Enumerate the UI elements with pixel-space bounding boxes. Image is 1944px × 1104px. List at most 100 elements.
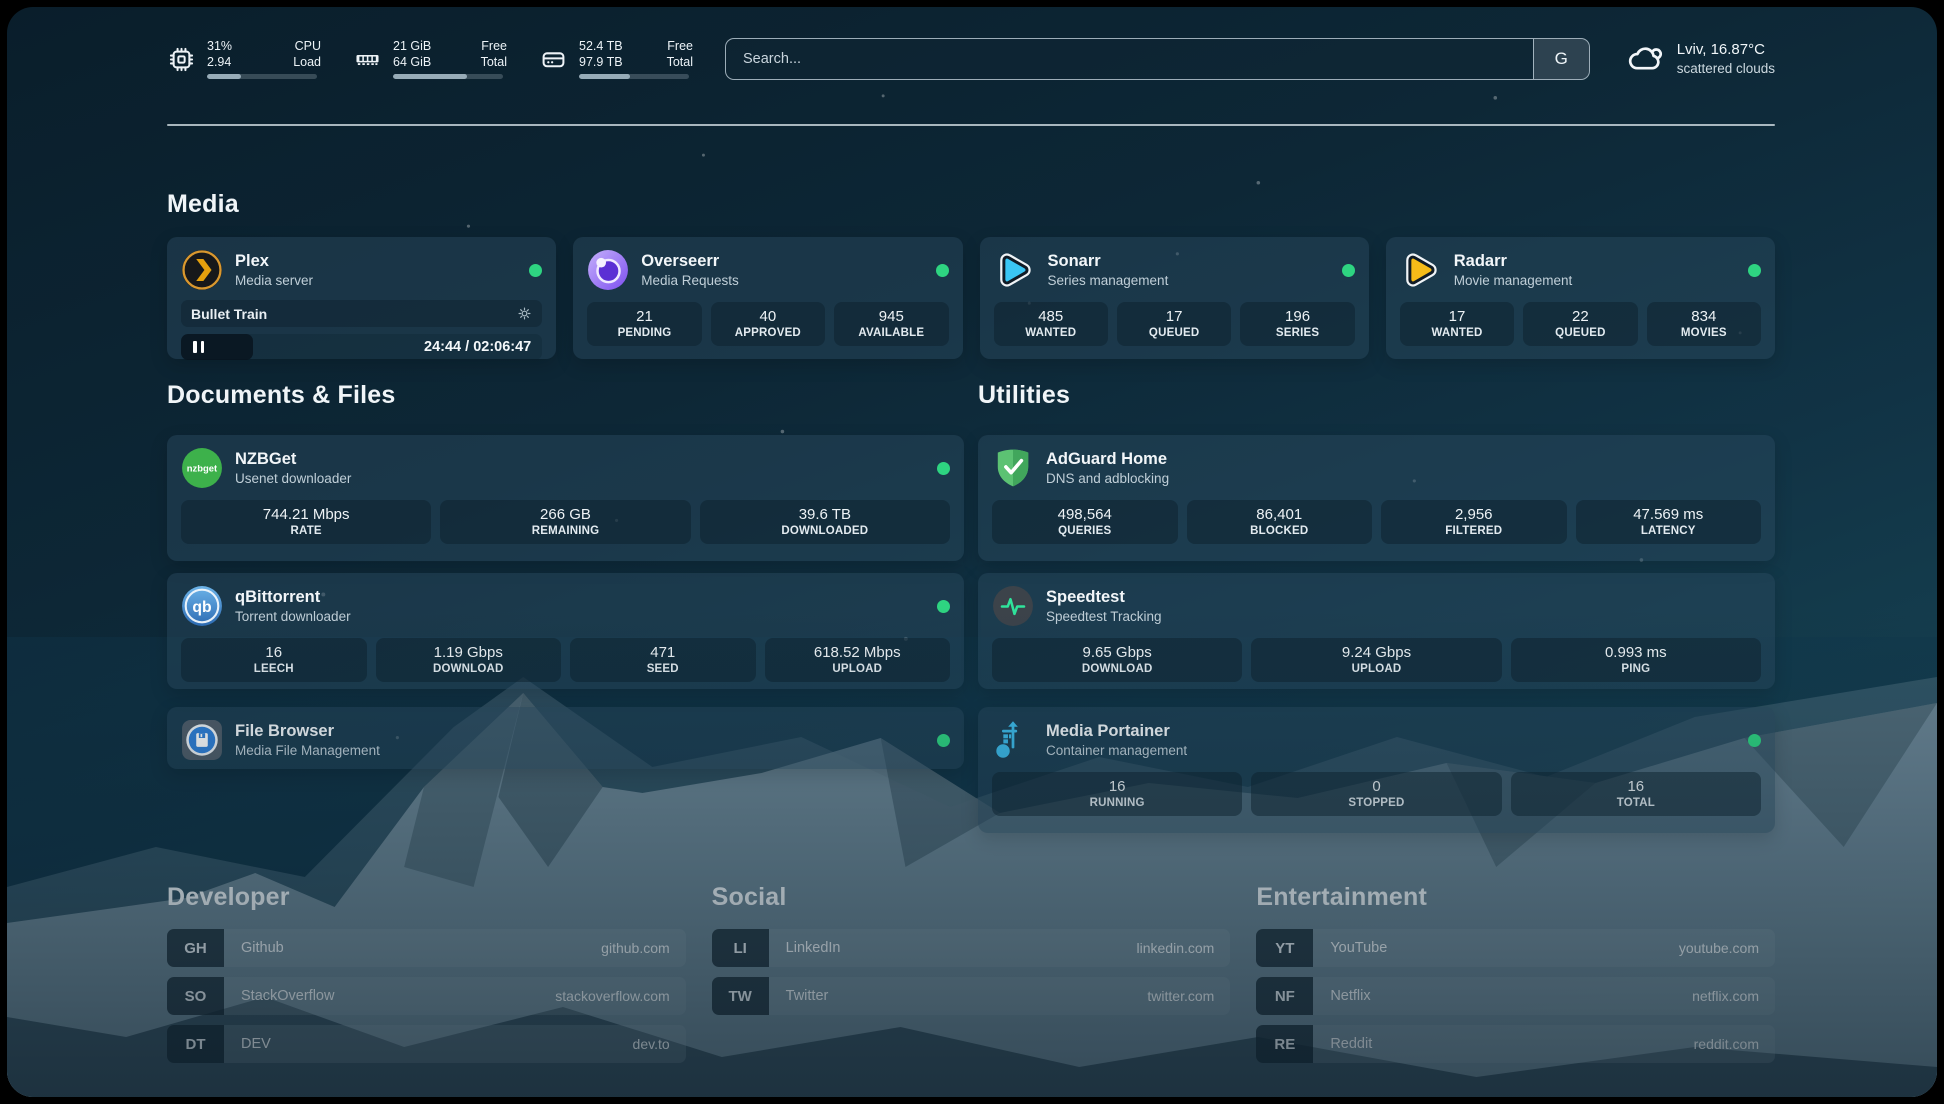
stat-upload: 618.52 MbpsUPLOAD — [765, 638, 951, 682]
pause-button[interactable] — [193, 341, 204, 353]
monitor-label: Load — [281, 55, 321, 71]
monitor-cpu: 31%2.94CPULoad — [167, 39, 321, 79]
memory-icon — [353, 39, 381, 79]
svg-text:qb: qb — [192, 599, 211, 616]
service-name: AdGuard Home — [1046, 449, 1169, 470]
stat-value: 16 — [1515, 778, 1757, 795]
weather-location-temp: Lviv, 16.87°C — [1677, 40, 1775, 60]
bookmark-name: Netflix — [1313, 977, 1692, 1015]
stat-series: 196SERIES — [1240, 302, 1354, 346]
service-card-nzbget[interactable]: nzbgetNZBGetUsenet downloader744.21 Mbps… — [167, 435, 964, 561]
svg-text:nzbget: nzbget — [187, 464, 218, 475]
stat-download: 1.19 GbpsDOWNLOAD — [376, 638, 562, 682]
monitor-progress-bar — [579, 74, 689, 79]
bookmark-link-youtube[interactable]: YTYouTubeyoutube.com — [1256, 929, 1775, 967]
service-card-speedtest[interactable]: SpeedtestSpeedtest Tracking9.65 GbpsDOWN… — [978, 573, 1775, 689]
stat-label: DOWNLOAD — [996, 663, 1238, 675]
stat-value: 17 — [1121, 308, 1227, 325]
status-dot-online — [937, 600, 950, 613]
stat-value: 618.52 Mbps — [769, 644, 947, 661]
plex-icon — [181, 249, 223, 291]
search-input[interactable] — [726, 39, 1533, 79]
monitor-label: Total — [653, 55, 693, 71]
bookmark-link-twitter[interactable]: TWTwittertwitter.com — [712, 977, 1231, 1015]
search-provider-button[interactable]: G — [1533, 39, 1589, 79]
bookmark-link-reddit[interactable]: RERedditreddit.com — [1256, 1025, 1775, 1063]
service-card-sonarr[interactable]: SonarrSeries management485WANTED17QUEUED… — [980, 237, 1369, 359]
stat-label: STOPPED — [1255, 797, 1497, 809]
stat-value: 40 — [715, 308, 821, 325]
stat-downloaded: 39.6 TBDOWNLOADED — [700, 500, 950, 544]
stat-approved: 40APPROVED — [711, 302, 825, 346]
cpu-icon — [167, 39, 195, 79]
bookmark-abbr: NF — [1256, 977, 1313, 1015]
stat-download: 9.65 GbpsDOWNLOAD — [992, 638, 1242, 682]
service-name: Media Portainer — [1046, 721, 1187, 742]
bookmark-name: StackOverflow — [224, 977, 555, 1015]
stat-stopped: 0STOPPED — [1251, 772, 1501, 816]
bookmark-url: dev.to — [633, 1025, 686, 1063]
stat-ping: 0.993 msPING — [1511, 638, 1761, 682]
stat-value: 21 — [591, 308, 697, 325]
bookmark-abbr: YT — [1256, 929, 1313, 967]
bookmark-name: LinkedIn — [769, 929, 1137, 967]
monitor-value: 2.94 — [207, 55, 259, 71]
service-card-filebrowser[interactable]: File BrowserMedia File Management — [167, 707, 964, 769]
stat-label: LEECH — [185, 663, 363, 675]
status-dot-online — [529, 264, 542, 277]
bookmark-link-stackoverflow[interactable]: SOStackOverflowstackoverflow.com — [167, 977, 686, 1015]
service-name: Radarr — [1454, 251, 1573, 272]
section-title-entertainment: Entertainment — [1256, 881, 1775, 913]
service-subtitle: DNS and adblocking — [1046, 470, 1169, 487]
stat-movies: 834MOVIES — [1647, 302, 1761, 346]
stat-wanted: 485WANTED — [994, 302, 1108, 346]
top-bar: 31%2.94CPULoad21 GiB64 GiBFreeTotal52.4 … — [167, 34, 1775, 84]
status-dot-online — [937, 734, 950, 747]
weather-widget: Lviv, 16.87°C scattered clouds — [1626, 40, 1775, 78]
stat-remaining: 266 GBREMAINING — [440, 500, 690, 544]
bookmark-abbr: TW — [712, 977, 769, 1015]
monitor-progress-bar — [207, 74, 317, 79]
stat-value: 1.19 Gbps — [380, 644, 558, 661]
stat-label: QUERIES — [996, 525, 1174, 537]
header-divider — [167, 124, 1775, 126]
status-dot-online — [1748, 264, 1761, 277]
status-dot-online — [1748, 734, 1761, 747]
bookmark-group-entertainment: Entertainment YTYouTubeyoutube.com NFNetfl… — [1256, 881, 1775, 1063]
stat-value: 498,564 — [996, 506, 1174, 523]
bookmark-abbr: LI — [712, 929, 769, 967]
service-card-portainer[interactable]: Media PortainerContainer management16RUN… — [978, 707, 1775, 833]
service-card-adguard[interactable]: AdGuard HomeDNS and adblocking 498,564 QUE… — [978, 435, 1775, 561]
service-card-qbittorrent[interactable]: qbqBittorrentTorrent downloader16LEECH1.… — [167, 573, 964, 689]
stat-label: QUEUED — [1527, 327, 1633, 339]
monitor-value: 31% — [207, 39, 259, 55]
bookmark-url: github.com — [601, 929, 685, 967]
service-subtitle: Media server — [235, 272, 313, 289]
stat-latency: 47.569 msLATENCY — [1576, 500, 1762, 544]
speedtest-icon — [992, 585, 1034, 627]
service-name: File Browser — [235, 721, 380, 742]
monitor-progress-fill — [393, 74, 467, 79]
section-title-utilities: Utilities — [978, 379, 1775, 411]
service-card-plex[interactable]: PlexMedia serverBullet Train24:44 / 02:0… — [167, 237, 556, 359]
section-title-developer: Developer — [167, 881, 686, 913]
stat-available: 945AVAILABLE — [834, 302, 948, 346]
monitor-value: 97.9 TB — [579, 55, 631, 71]
bookmark-link-netflix[interactable]: NFNetflixnetflix.com — [1256, 977, 1775, 1015]
service-card-overseerr[interactable]: OverseerrMedia Requests21PENDING40APPROV… — [573, 237, 962, 359]
stat-label: LATENCY — [1580, 525, 1758, 537]
bookmark-link-github[interactable]: GHGithubgithub.com — [167, 929, 686, 967]
stat-value: 16 — [185, 644, 363, 661]
monitor-disk: 52.4 TB97.9 TBFreeTotal — [539, 39, 693, 79]
stat-value: 196 — [1244, 308, 1350, 325]
bookmark-link-linkedin[interactable]: LILinkedInlinkedin.com — [712, 929, 1231, 967]
stat-label: PENDING — [591, 327, 697, 339]
service-name: NZBGet — [235, 449, 351, 470]
dashboard-screen: 31%2.94CPULoad21 GiB64 GiBFreeTotal52.4 … — [0, 0, 1944, 1104]
stat-value: 0.993 ms — [1515, 644, 1757, 661]
bookmark-link-dev[interactable]: DTDEVdev.to — [167, 1025, 686, 1063]
bookmark-abbr: GH — [167, 929, 224, 967]
stat-value: 16 — [996, 778, 1238, 795]
playback-time: 24:44 / 02:06:47 — [424, 339, 531, 355]
service-card-radarr[interactable]: RadarrMovie management17WANTED22QUEUED83… — [1386, 237, 1775, 359]
